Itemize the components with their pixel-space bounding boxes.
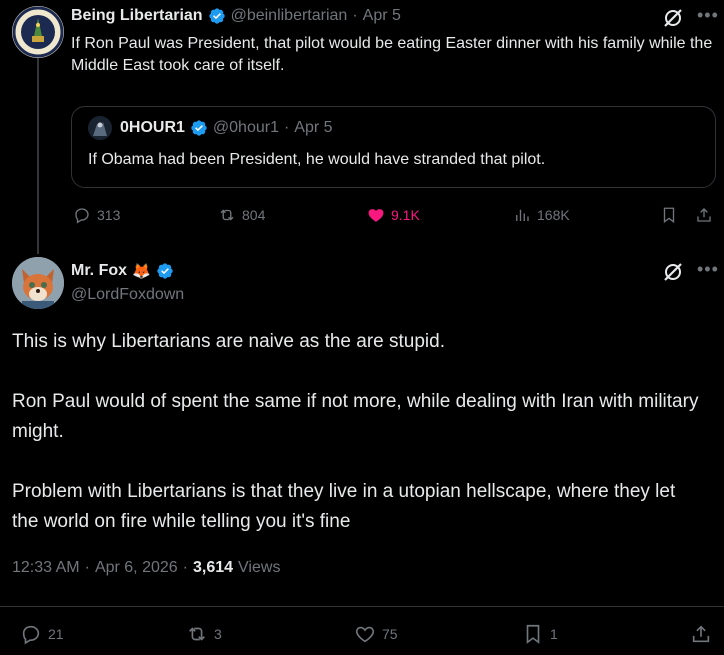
repost-icon (220, 209, 234, 221)
views-button[interactable]: 168K (513, 206, 570, 224)
heart-filled-icon (368, 209, 384, 222)
repost-icon (189, 627, 205, 641)
seal-logo (12, 6, 64, 58)
grok-icon[interactable] (661, 260, 685, 284)
thread-line (37, 58, 39, 254)
like-count: 9.1K (391, 207, 420, 223)
tweet-header: Mr. Fox 🦊 (71, 261, 174, 281)
tweet-meta: 12:33 AM · Apr 6, 2026 · 3,614 Views (12, 559, 280, 577)
views-count: 168K (537, 207, 570, 223)
views-label: Views (238, 559, 281, 576)
repost-button[interactable]: 3 (186, 623, 222, 645)
quote-text: If Obama had been President, he would ha… (88, 151, 546, 168)
verified-badge-icon (157, 263, 173, 279)
quote-avatar (88, 116, 112, 140)
quote-handle: @0hour1 (212, 119, 279, 136)
divider (0, 606, 724, 607)
more-options-icon[interactable]: ••• (697, 6, 719, 24)
bookmark-icon (663, 207, 675, 224)
display-name[interactable]: Being Libertarian (71, 7, 203, 25)
grok-icon[interactable] (661, 6, 685, 30)
separator: · (84, 559, 90, 576)
tweet-paragraph: Problem with Libertarians is that they l… (12, 481, 676, 532)
bookmark-count: 1 (550, 626, 558, 642)
heart-icon (355, 626, 375, 643)
quote-display-name: 0HOUR1 (120, 119, 185, 136)
post-time[interactable]: 12:33 AM (12, 559, 80, 577)
reply-icon (22, 625, 40, 645)
bookmark-button[interactable]: 1 (522, 623, 558, 645)
tweet-text: If Ron Paul was President, that pilot wo… (71, 35, 713, 74)
bookmark-icon (526, 624, 540, 644)
timestamp[interactable]: Apr 5 (363, 7, 401, 25)
avatar[interactable] (12, 6, 64, 58)
views-count: 3,614 (193, 559, 234, 576)
share-button[interactable] (695, 206, 713, 224)
quoted-tweet[interactable]: 0HOUR1 @0hour1 · Apr 5 If Obama had been… (71, 106, 716, 188)
bookmark-button[interactable] (660, 206, 678, 224)
verified-badge-icon (191, 120, 207, 136)
separator: · (283, 119, 290, 136)
like-button[interactable]: 75 (354, 623, 398, 645)
tweet-paragraph: This is why Libertarians are naive as th… (12, 331, 445, 352)
handle[interactable]: @beinlibertarian (231, 7, 348, 25)
reply-button[interactable]: 313 (73, 206, 120, 224)
display-name[interactable]: Mr. Fox (71, 262, 127, 280)
like-button[interactable]: 9.1K (367, 206, 420, 224)
reply-icon (75, 208, 89, 224)
fox-avatar-image (12, 257, 64, 309)
post-date[interactable]: Apr 6, 2026 (95, 559, 178, 577)
separator: · (352, 7, 358, 24)
reply-count: 313 (97, 207, 121, 223)
tweet-body: This is why Libertarians are naive as th… (12, 327, 702, 537)
verified-badge-icon (208, 8, 225, 24)
reply-button[interactable]: 21 (20, 623, 64, 645)
fox-emoji: 🦊 (132, 263, 151, 280)
avatar[interactable] (12, 257, 64, 309)
repost-count: 804 (242, 207, 266, 223)
separator: · (182, 559, 188, 576)
repost-button[interactable]: 804 (218, 206, 265, 224)
tweet-header: Being Libertarian @beinlibertarian · Apr… (71, 6, 401, 26)
views-icon (516, 209, 529, 221)
reply-count: 21 (48, 626, 64, 642)
quote-timestamp: Apr 5 (294, 119, 333, 136)
share-icon (697, 208, 711, 222)
like-count: 75 (382, 626, 398, 642)
share-icon (692, 625, 710, 643)
repost-count: 3 (214, 626, 222, 642)
share-button[interactable] (690, 623, 712, 645)
more-options-icon[interactable]: ••• (697, 260, 719, 278)
tweet-paragraph: Ron Paul would of spent the same if not … (12, 391, 699, 442)
handle[interactable]: @LordFoxdown (71, 286, 184, 304)
